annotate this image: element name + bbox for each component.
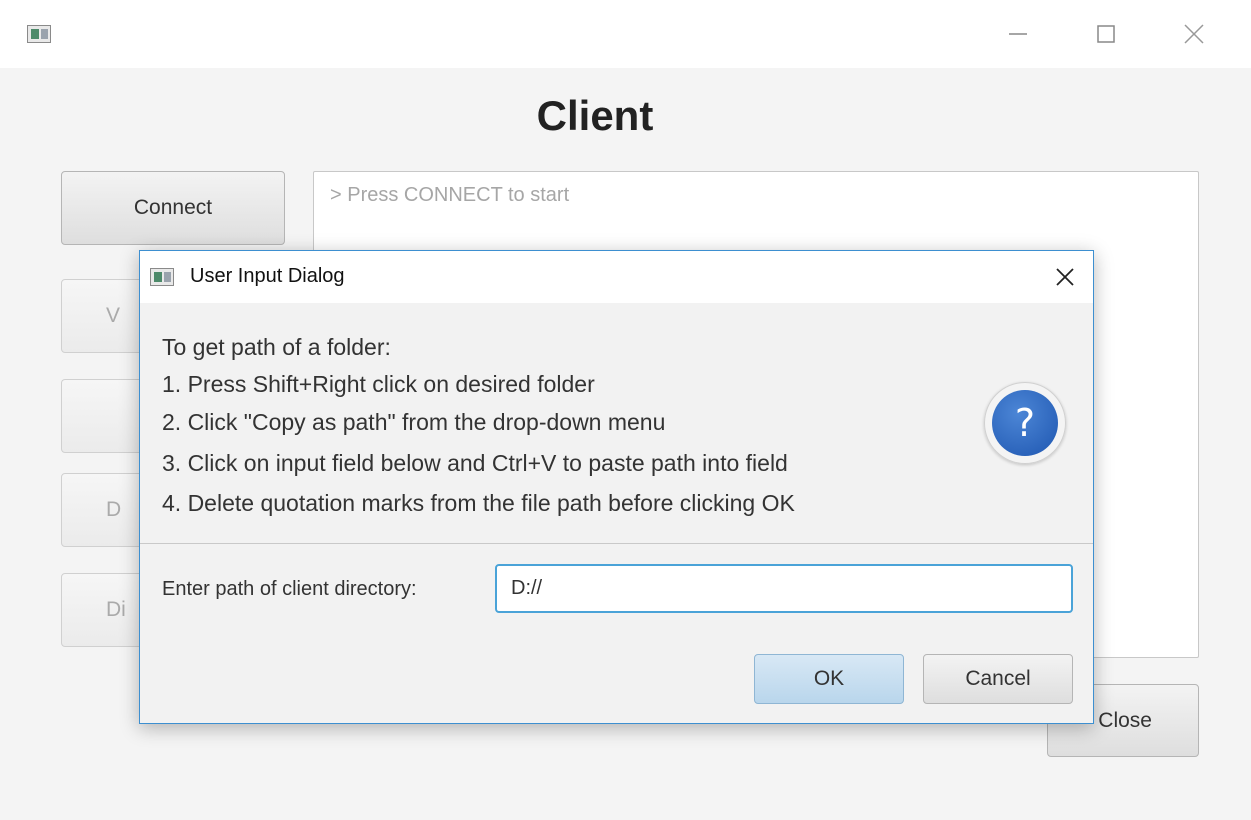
main-titlebar (0, 0, 1251, 68)
console-placeholder-text: > Press CONNECT to start (330, 184, 570, 206)
minimize-button[interactable] (995, 14, 1041, 54)
divider (140, 543, 1093, 544)
dialog-titlebar: User Input Dialog (140, 251, 1093, 303)
instruction-step-1: 1. Press Shift+Right click on desired fo… (162, 371, 595, 397)
instruction-step-4: 4. Delete quotation marks from the file … (162, 490, 795, 516)
close-icon (1184, 24, 1204, 44)
app-icon (27, 25, 51, 43)
instruction-step-2: 2. Click "Copy as path" from the drop-do… (162, 409, 666, 435)
dialog-app-icon (150, 268, 174, 286)
minimize-icon (1009, 33, 1027, 35)
ok-button[interactable]: OK (754, 654, 904, 704)
window-close-button[interactable] (1171, 14, 1217, 54)
instruction-heading: To get path of a folder: (162, 334, 391, 360)
maximize-icon (1097, 25, 1115, 43)
cancel-button[interactable]: Cancel (923, 654, 1073, 704)
question-icon: ? (984, 382, 1066, 464)
path-label: Enter path of client directory: (162, 578, 417, 600)
question-glyph: ? (992, 390, 1058, 456)
instruction-step-3: 3. Click on input field below and Ctrl+V… (162, 450, 788, 476)
path-input[interactable] (495, 564, 1073, 613)
dialog-title: User Input Dialog (190, 265, 345, 287)
dialog-close-button[interactable] (1045, 257, 1085, 297)
connect-button[interactable]: Connect (61, 171, 285, 245)
page-title: Client (536, 92, 654, 139)
close-icon (1056, 268, 1074, 286)
user-input-dialog: User Input Dialog To get path of a folde… (139, 250, 1094, 724)
maximize-button[interactable] (1083, 14, 1129, 54)
